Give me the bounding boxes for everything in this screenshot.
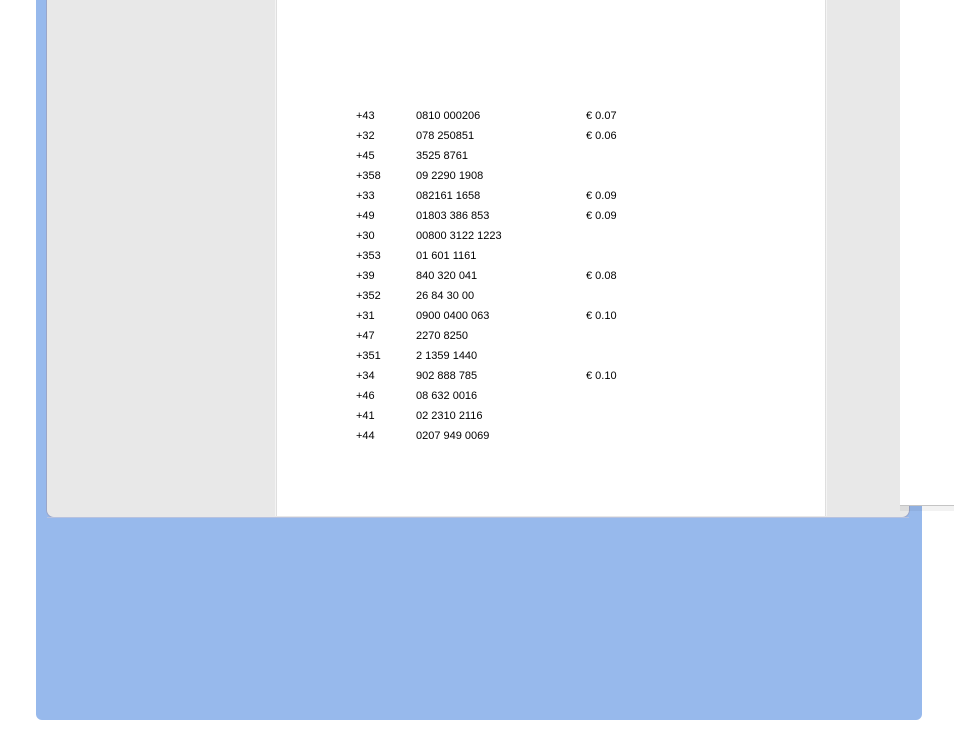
table-row: +35226 84 30 00 [356,286,646,306]
country-code: +33 [356,186,416,206]
country-code: +41 [356,406,416,426]
page-stack-shadow [900,505,954,511]
country-code: +353 [356,246,416,266]
phone-number: 09 2290 1908 [416,166,586,186]
table-row: +3000800 3122 1223 [356,226,646,246]
phone-number: 0207 949 0069 [416,426,586,446]
call-cost: € 0.08 [586,266,646,286]
phone-number: 01803 386 853 [416,206,586,226]
country-code: +45 [356,146,416,166]
country-code: +34 [356,366,416,386]
phone-number: 26 84 30 00 [416,286,586,306]
table-row: +32078 250851€ 0.06 [356,126,646,146]
country-code: +352 [356,286,416,306]
country-code: +30 [356,226,416,246]
table-row: +4901803 386 853€ 0.09 [356,206,646,226]
table-row: +34902 888 785€ 0.10 [356,366,646,386]
country-code: +43 [356,106,416,126]
country-code: +44 [356,426,416,446]
country-code: +31 [356,306,416,326]
call-cost: € 0.06 [586,126,646,146]
phone-number: 01 601 1161 [416,246,586,266]
phone-number: 082161 1658 [416,186,586,206]
table-row: +430810 000206€ 0.07 [356,106,646,126]
table-row: +310900 0400 063€ 0.10 [356,306,646,326]
call-cost: € 0.09 [586,206,646,226]
call-cost: € 0.10 [586,306,646,326]
call-cost: € 0.07 [586,106,646,126]
call-cost: € 0.10 [586,366,646,386]
phone-number: 02 2310 2116 [416,406,586,426]
phone-cost-table: +430810 000206€ 0.07+32078 250851€ 0.06+… [356,106,646,446]
phone-number: 0810 000206 [416,106,586,126]
country-code: +39 [356,266,416,286]
phone-number: 902 888 785 [416,366,586,386]
table-row: +33082161 1658€ 0.09 [356,186,646,206]
phone-number: 08 632 0016 [416,386,586,406]
call-cost: € 0.09 [586,186,646,206]
table-row: +453525 8761 [356,146,646,166]
phone-number: 2270 8250 [416,326,586,346]
country-code: +47 [356,326,416,346]
page-right-edge [825,0,827,516]
country-code: +32 [356,126,416,146]
country-code: +358 [356,166,416,186]
phone-number: 078 250851 [416,126,586,146]
table-row: +440207 949 0069 [356,426,646,446]
table-row: +39840 320 041€ 0.08 [356,266,646,286]
table-row: +35809 2290 1908 [356,166,646,186]
country-code: +49 [356,206,416,226]
table-row: +35301 601 1161 [356,246,646,266]
table-row: +4608 632 0016 [356,386,646,406]
page-stack-edge [900,0,954,506]
phone-number: 3525 8761 [416,146,586,166]
country-code: +351 [356,346,416,366]
phone-number: 0900 0400 063 [416,306,586,326]
phone-number: 840 320 041 [416,266,586,286]
table-row: +472270 8250 [356,326,646,346]
country-code: +46 [356,386,416,406]
table-row: +3512 1359 1440 [356,346,646,366]
viewer-footer-divider [47,517,909,518]
table-row: +4102 2310 2116 [356,406,646,426]
phone-number: 2 1359 1440 [416,346,586,366]
phone-number: 00800 3122 1223 [416,226,586,246]
